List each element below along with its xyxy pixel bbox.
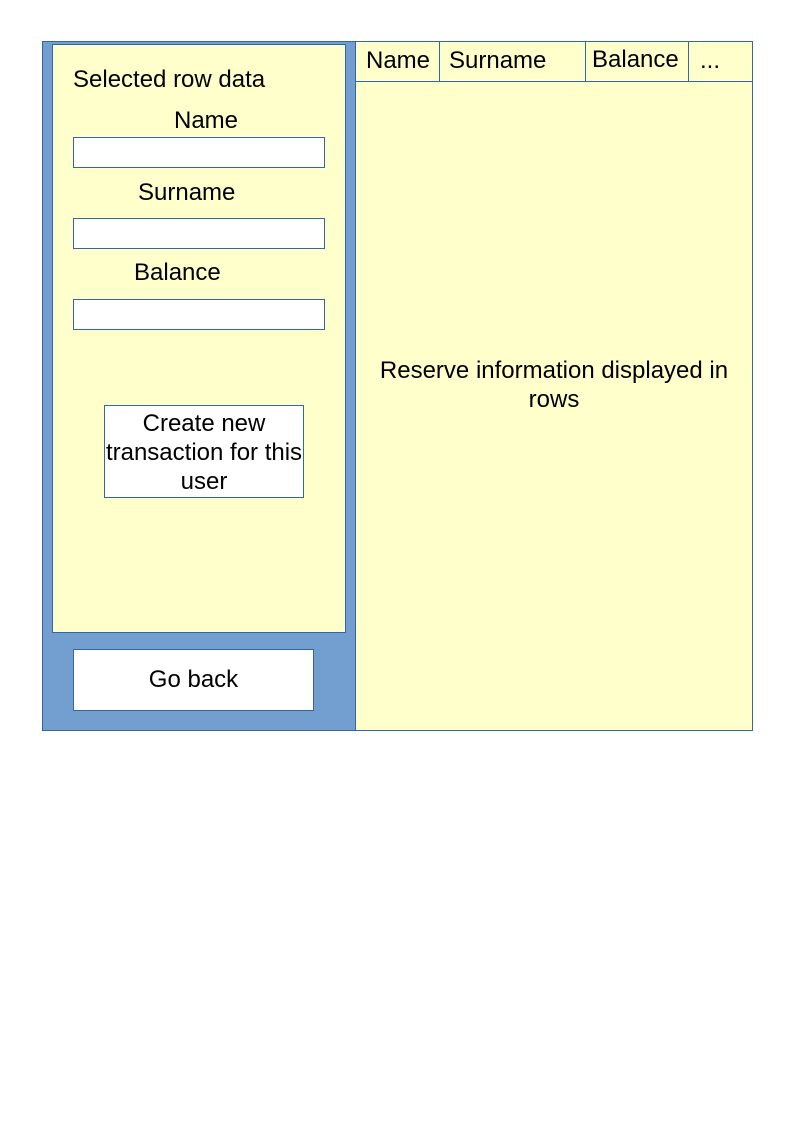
balance-label: Balance — [134, 259, 221, 286]
surname-field[interactable] — [73, 218, 325, 249]
column-header-balance[interactable]: Balance — [586, 41, 689, 82]
create-transaction-button[interactable]: Create new transaction for this user — [104, 405, 304, 498]
rows-placeholder-text: Reserve information displayed in rows — [379, 357, 729, 413]
name-field[interactable] — [73, 137, 325, 168]
panel-title: Selected row data — [73, 66, 266, 93]
surname-label: Surname — [138, 179, 236, 206]
column-header-more[interactable]: ... — [689, 41, 753, 82]
go-back-button[interactable]: Go back — [73, 649, 314, 711]
name-label: Name — [174, 107, 239, 134]
column-header-name[interactable]: Name — [355, 41, 440, 82]
column-header-surname[interactable]: Surname — [440, 41, 586, 82]
balance-field[interactable] — [73, 299, 325, 330]
